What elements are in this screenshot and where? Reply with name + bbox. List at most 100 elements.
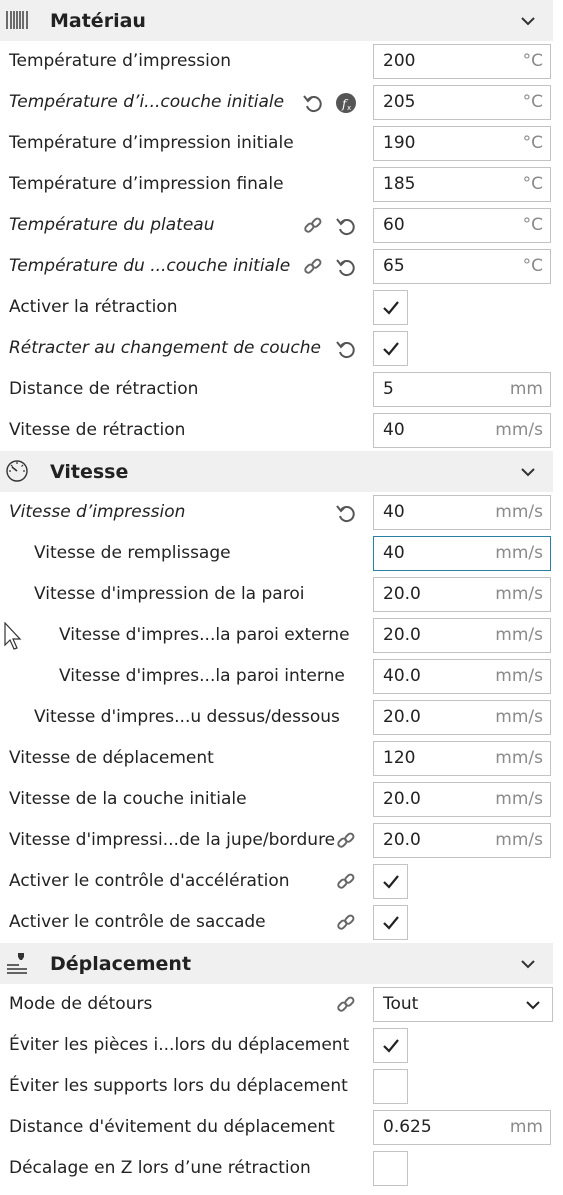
- setting-label: Vitesse de rétraction: [9, 420, 186, 440]
- eviter-pieces-checkbox[interactable]: [373, 1028, 408, 1063]
- function-icon[interactable]: fx: [335, 92, 357, 114]
- setting-row-eviter-supports: Éviter les supports lors du déplacement: [0, 1066, 553, 1107]
- setting-label: Température du plateau: [9, 215, 215, 235]
- setting-row-vitesse-impression: Vitesse d’impression 40 mm/s: [0, 492, 553, 533]
- setting-row-mode-detours: Mode de détours Tout: [0, 984, 553, 1025]
- setting-label: Activer la rétraction: [9, 297, 178, 317]
- section-header-vitesse[interactable]: Vitesse: [0, 451, 553, 492]
- setting-row-vitesse-remplissage: Vitesse de remplissage 40 mm/s: [0, 533, 553, 574]
- temp-plateau-initiale-input[interactable]: 65 °C: [373, 249, 551, 284]
- temp-impression-initiale-input[interactable]: 190 °C: [373, 126, 551, 161]
- setting-row-vitesse-deplacement: Vitesse de déplacement 120 mm/s: [0, 738, 553, 779]
- reset-icon[interactable]: [335, 338, 357, 360]
- field-unit: mm/s: [495, 748, 543, 768]
- setting-row-vitesse-retraction: Vitesse de rétraction 40 mm/s: [0, 410, 553, 451]
- field-unit: mm/s: [495, 625, 543, 645]
- activer-retraction-checkbox[interactable]: [373, 290, 408, 325]
- setting-row-vitesse-paroi-externe: Vitesse d'impres...la paroi externe 20.0…: [0, 615, 553, 656]
- setting-row-controle-acceleration: Activer le contrôle d'accélération: [0, 861, 553, 902]
- setting-row-vitesse-dessus-dessous: Vitesse d'impres...u dessus/dessous 20.0…: [0, 697, 553, 738]
- setting-label: Décalage en Z lors d’une rétraction: [9, 1158, 311, 1178]
- vitesse-couche-initiale-input[interactable]: 20.0 mm/s: [373, 782, 551, 817]
- setting-row-temp-impression-initiale: Température d’impression initiale 190 °C: [0, 123, 553, 164]
- controle-acceleration-checkbox[interactable]: [373, 864, 408, 899]
- field-value: 185: [383, 174, 416, 194]
- field-value: 20.0: [383, 584, 421, 604]
- field-unit: °C: [522, 256, 543, 276]
- setting-row-distance-evitement: Distance d'évitement du déplacement 0.62…: [0, 1107, 553, 1148]
- setting-label: Vitesse d'impres...la paroi externe: [59, 625, 350, 645]
- speedometer-icon: [6, 460, 28, 482]
- link-icon[interactable]: [335, 871, 357, 893]
- controle-saccade-checkbox[interactable]: [373, 905, 408, 940]
- section-title: Déplacement: [50, 952, 192, 975]
- section-title: Vitesse: [50, 460, 129, 483]
- field-value: 205: [383, 92, 416, 112]
- vitesse-impression-input[interactable]: 40 mm/s: [373, 495, 551, 530]
- section-header-materiau[interactable]: Matériau: [0, 0, 553, 41]
- field-unit: °C: [522, 174, 543, 194]
- vitesse-paroi-input[interactable]: 20.0 mm/s: [373, 577, 551, 612]
- chevron-down-icon[interactable]: [518, 956, 538, 972]
- setting-label: Distance d'évitement du déplacement: [9, 1117, 335, 1137]
- link-icon[interactable]: [302, 256, 324, 278]
- field-unit: mm: [509, 379, 543, 399]
- vitesse-retraction-input[interactable]: 40 mm/s: [373, 413, 551, 448]
- field-unit: mm/s: [495, 830, 543, 850]
- setting-row-vitesse-jupe: Vitesse d'impressi...de la jupe/bordure …: [0, 820, 553, 861]
- temp-plateau-input[interactable]: 60 °C: [373, 208, 551, 243]
- section-header-deplacement[interactable]: Déplacement: [0, 943, 553, 984]
- chevron-down-icon: [526, 1001, 540, 1010]
- vitesse-remplissage-input[interactable]: 40 mm/s: [373, 536, 551, 571]
- decalage-z-checkbox[interactable]: [373, 1151, 408, 1186]
- reset-icon[interactable]: [302, 92, 324, 114]
- setting-row-temp-plateau: Température du plateau 60 °C: [0, 205, 553, 246]
- distance-retraction-input[interactable]: 5 mm: [373, 372, 551, 407]
- field-value: 40: [383, 502, 405, 522]
- field-unit: mm/s: [495, 584, 543, 604]
- vitesse-jupe-input[interactable]: 20.0 mm/s: [373, 823, 551, 858]
- eviter-supports-checkbox[interactable]: [373, 1069, 408, 1104]
- setting-label: Vitesse de remplissage: [34, 543, 231, 563]
- distance-evitement-input[interactable]: 0.625 mm: [373, 1110, 551, 1145]
- reset-icon[interactable]: [335, 215, 357, 237]
- setting-row-controle-saccade: Activer le contrôle de saccade: [0, 902, 553, 943]
- temp-impression-finale-input[interactable]: 185 °C: [373, 167, 551, 202]
- field-unit: mm/s: [495, 543, 543, 563]
- travel-nozzle-icon: [7, 953, 27, 974]
- setting-label: Rétracter au changement de couche: [9, 338, 321, 358]
- temp-couche-initiale-input[interactable]: 205 °C: [373, 85, 551, 120]
- field-unit: mm/s: [495, 707, 543, 727]
- setting-row-temp-plateau-initiale: Température du ...couche initiale 65 °C: [0, 246, 553, 287]
- vitesse-deplacement-input[interactable]: 120 mm/s: [373, 741, 551, 776]
- link-icon[interactable]: [302, 215, 324, 237]
- retracter-changement-checkbox[interactable]: [373, 331, 408, 366]
- svg-text:x: x: [347, 104, 351, 112]
- link-icon[interactable]: [335, 830, 357, 852]
- vitesse-paroi-interne-input[interactable]: 40.0 mm/s: [373, 659, 551, 694]
- link-icon[interactable]: [335, 912, 357, 934]
- setting-label: Température d’impression finale: [9, 174, 284, 194]
- checkmark-icon: [383, 342, 399, 356]
- setting-row-temp-impression-finale: Température d’impression finale 185 °C: [0, 164, 553, 205]
- setting-label: Vitesse de déplacement: [9, 748, 214, 768]
- checkmark-icon: [383, 916, 399, 930]
- chevron-down-icon[interactable]: [518, 464, 538, 480]
- temp-impression-input[interactable]: 200 °C: [373, 44, 551, 79]
- setting-row-decalage-z: Décalage en Z lors d’une rétraction: [0, 1148, 553, 1189]
- link-icon[interactable]: [335, 994, 357, 1016]
- reset-icon[interactable]: [335, 256, 357, 278]
- vitesse-dessus-dessous-input[interactable]: 20.0 mm/s: [373, 700, 551, 735]
- setting-label: Vitesse d'impres...u dessus/dessous: [34, 707, 340, 727]
- mode-detours-select[interactable]: Tout: [373, 987, 553, 1022]
- chevron-down-icon[interactable]: [518, 13, 538, 29]
- setting-row-distance-retraction: Distance de rétraction 5 mm: [0, 369, 553, 410]
- reset-icon[interactable]: [335, 502, 357, 524]
- setting-label: Distance de rétraction: [9, 379, 199, 399]
- field-value: 20.0: [383, 625, 421, 645]
- vitesse-paroi-externe-input[interactable]: 20.0 mm/s: [373, 618, 551, 653]
- section-title: Matériau: [50, 9, 146, 32]
- setting-label: Vitesse d'impression de la paroi: [34, 584, 305, 604]
- field-value: 0.625: [383, 1117, 432, 1137]
- field-value: 40.0: [383, 666, 421, 686]
